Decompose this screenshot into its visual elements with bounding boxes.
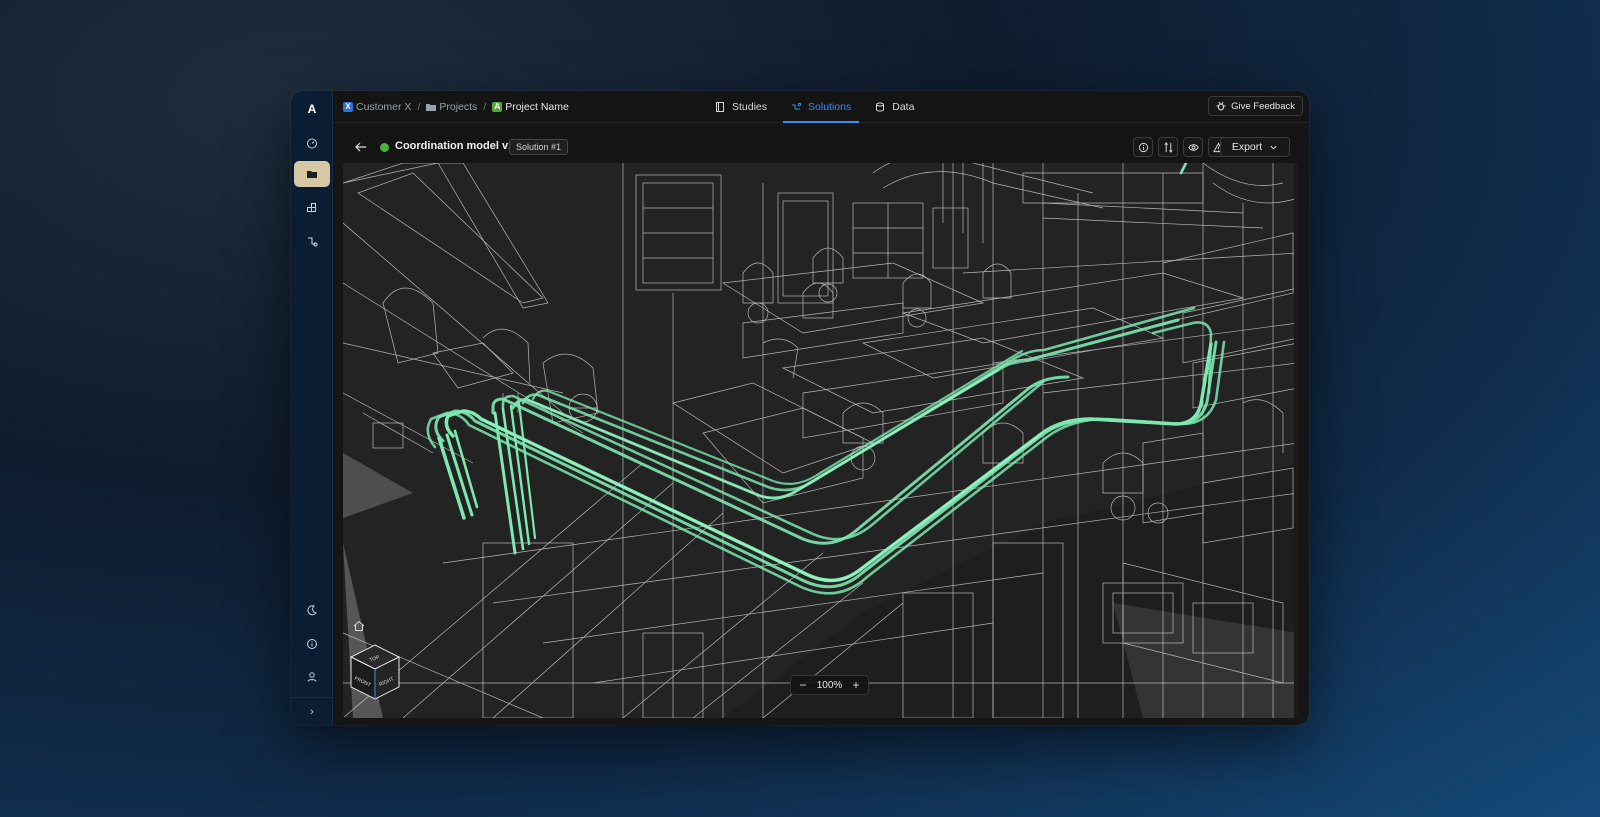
customer-badge: X [343, 102, 353, 112]
main-tabs: Studies Solutions Data [703, 91, 926, 123]
breadcrumb-separator: / [417, 101, 421, 113]
solution-badge: Solution #1 [509, 139, 569, 155]
project-badge: A [492, 102, 503, 112]
tab-data-label: Data [892, 101, 915, 113]
eye-icon [1187, 143, 1199, 151]
give-feedback-button[interactable]: Give Feedback [1208, 96, 1303, 116]
rail-info-button[interactable] [294, 631, 330, 657]
visibility-button[interactable] [1183, 137, 1203, 157]
view-cube[interactable]: TOP FRONT RIGHT [349, 643, 401, 701]
breadcrumb-project[interactable]: Project Name [505, 101, 569, 113]
info-icon [1138, 142, 1148, 152]
bug-icon [1216, 101, 1226, 111]
model-viewport[interactable]: TOP FRONT RIGHT − 100% + [343, 163, 1298, 718]
model-header: Coordination model v1 Solution #1 Export [343, 131, 1298, 163]
user-icon [307, 672, 317, 682]
breadcrumb-customer[interactable]: Customer X [356, 101, 411, 113]
rail-routing-button[interactable] [294, 229, 330, 255]
zoom-level: 100% [816, 679, 843, 691]
breadcrumb: X Customer X / Projects / A Project Name [343, 91, 569, 123]
status-indicator [380, 143, 389, 152]
compare-icon [1163, 141, 1173, 153]
folder-icon [426, 104, 437, 111]
zoom-in-button[interactable]: + [850, 678, 862, 692]
top-bar: X Customer X / Projects / A Project Name… [333, 91, 1309, 123]
viewport-scrollbar[interactable] [1294, 163, 1298, 718]
tab-solutions-label: Solutions [808, 101, 852, 113]
moon-icon [307, 605, 317, 616]
folder-icon [307, 171, 317, 178]
model-panel: Coordination model v1 Solution #1 Export [343, 131, 1298, 718]
rail-theme-button[interactable] [294, 597, 330, 623]
wireframe-model[interactable] [343, 163, 1298, 718]
rail-expand-button[interactable]: › [291, 697, 333, 725]
route-icon [792, 102, 802, 110]
blocks-icon [307, 203, 316, 212]
info-button[interactable] [1133, 137, 1153, 157]
app-logo[interactable]: A [291, 100, 333, 118]
chevron-down-icon [1270, 145, 1277, 150]
document-icon [716, 102, 724, 112]
compare-button[interactable] [1158, 137, 1178, 157]
back-arrow-icon[interactable] [353, 139, 369, 155]
rail-projects-button[interactable] [294, 161, 330, 187]
give-feedback-label: Give Feedback [1231, 100, 1295, 112]
route-icon [308, 237, 318, 247]
home-icon[interactable] [352, 619, 366, 633]
tab-solutions[interactable]: Solutions [779, 91, 863, 123]
model-title: Coordination model v1 [395, 140, 515, 152]
database-icon [876, 102, 885, 112]
breadcrumb-projects[interactable]: Projects [439, 101, 477, 113]
zoom-out-button[interactable]: − [797, 678, 809, 692]
side-rail: A › [291, 91, 333, 725]
app-window: A › X Customer X / Projects / A Project … [291, 91, 1309, 725]
rail-dashboard-button[interactable] [294, 130, 330, 156]
zoom-control: − 100% + [790, 675, 869, 695]
rail-blocks-button[interactable] [294, 195, 330, 221]
tab-data[interactable]: Data [863, 91, 926, 123]
info-icon [307, 639, 317, 649]
export-button[interactable]: Export [1220, 137, 1290, 157]
tab-studies[interactable]: Studies [703, 91, 779, 123]
export-label: Export [1231, 141, 1263, 153]
tab-studies-label: Studies [732, 101, 768, 113]
gauge-icon [307, 138, 317, 149]
chevron-right-icon: › [310, 705, 314, 718]
breadcrumb-separator: / [483, 101, 487, 113]
rail-account-button[interactable] [294, 664, 330, 690]
